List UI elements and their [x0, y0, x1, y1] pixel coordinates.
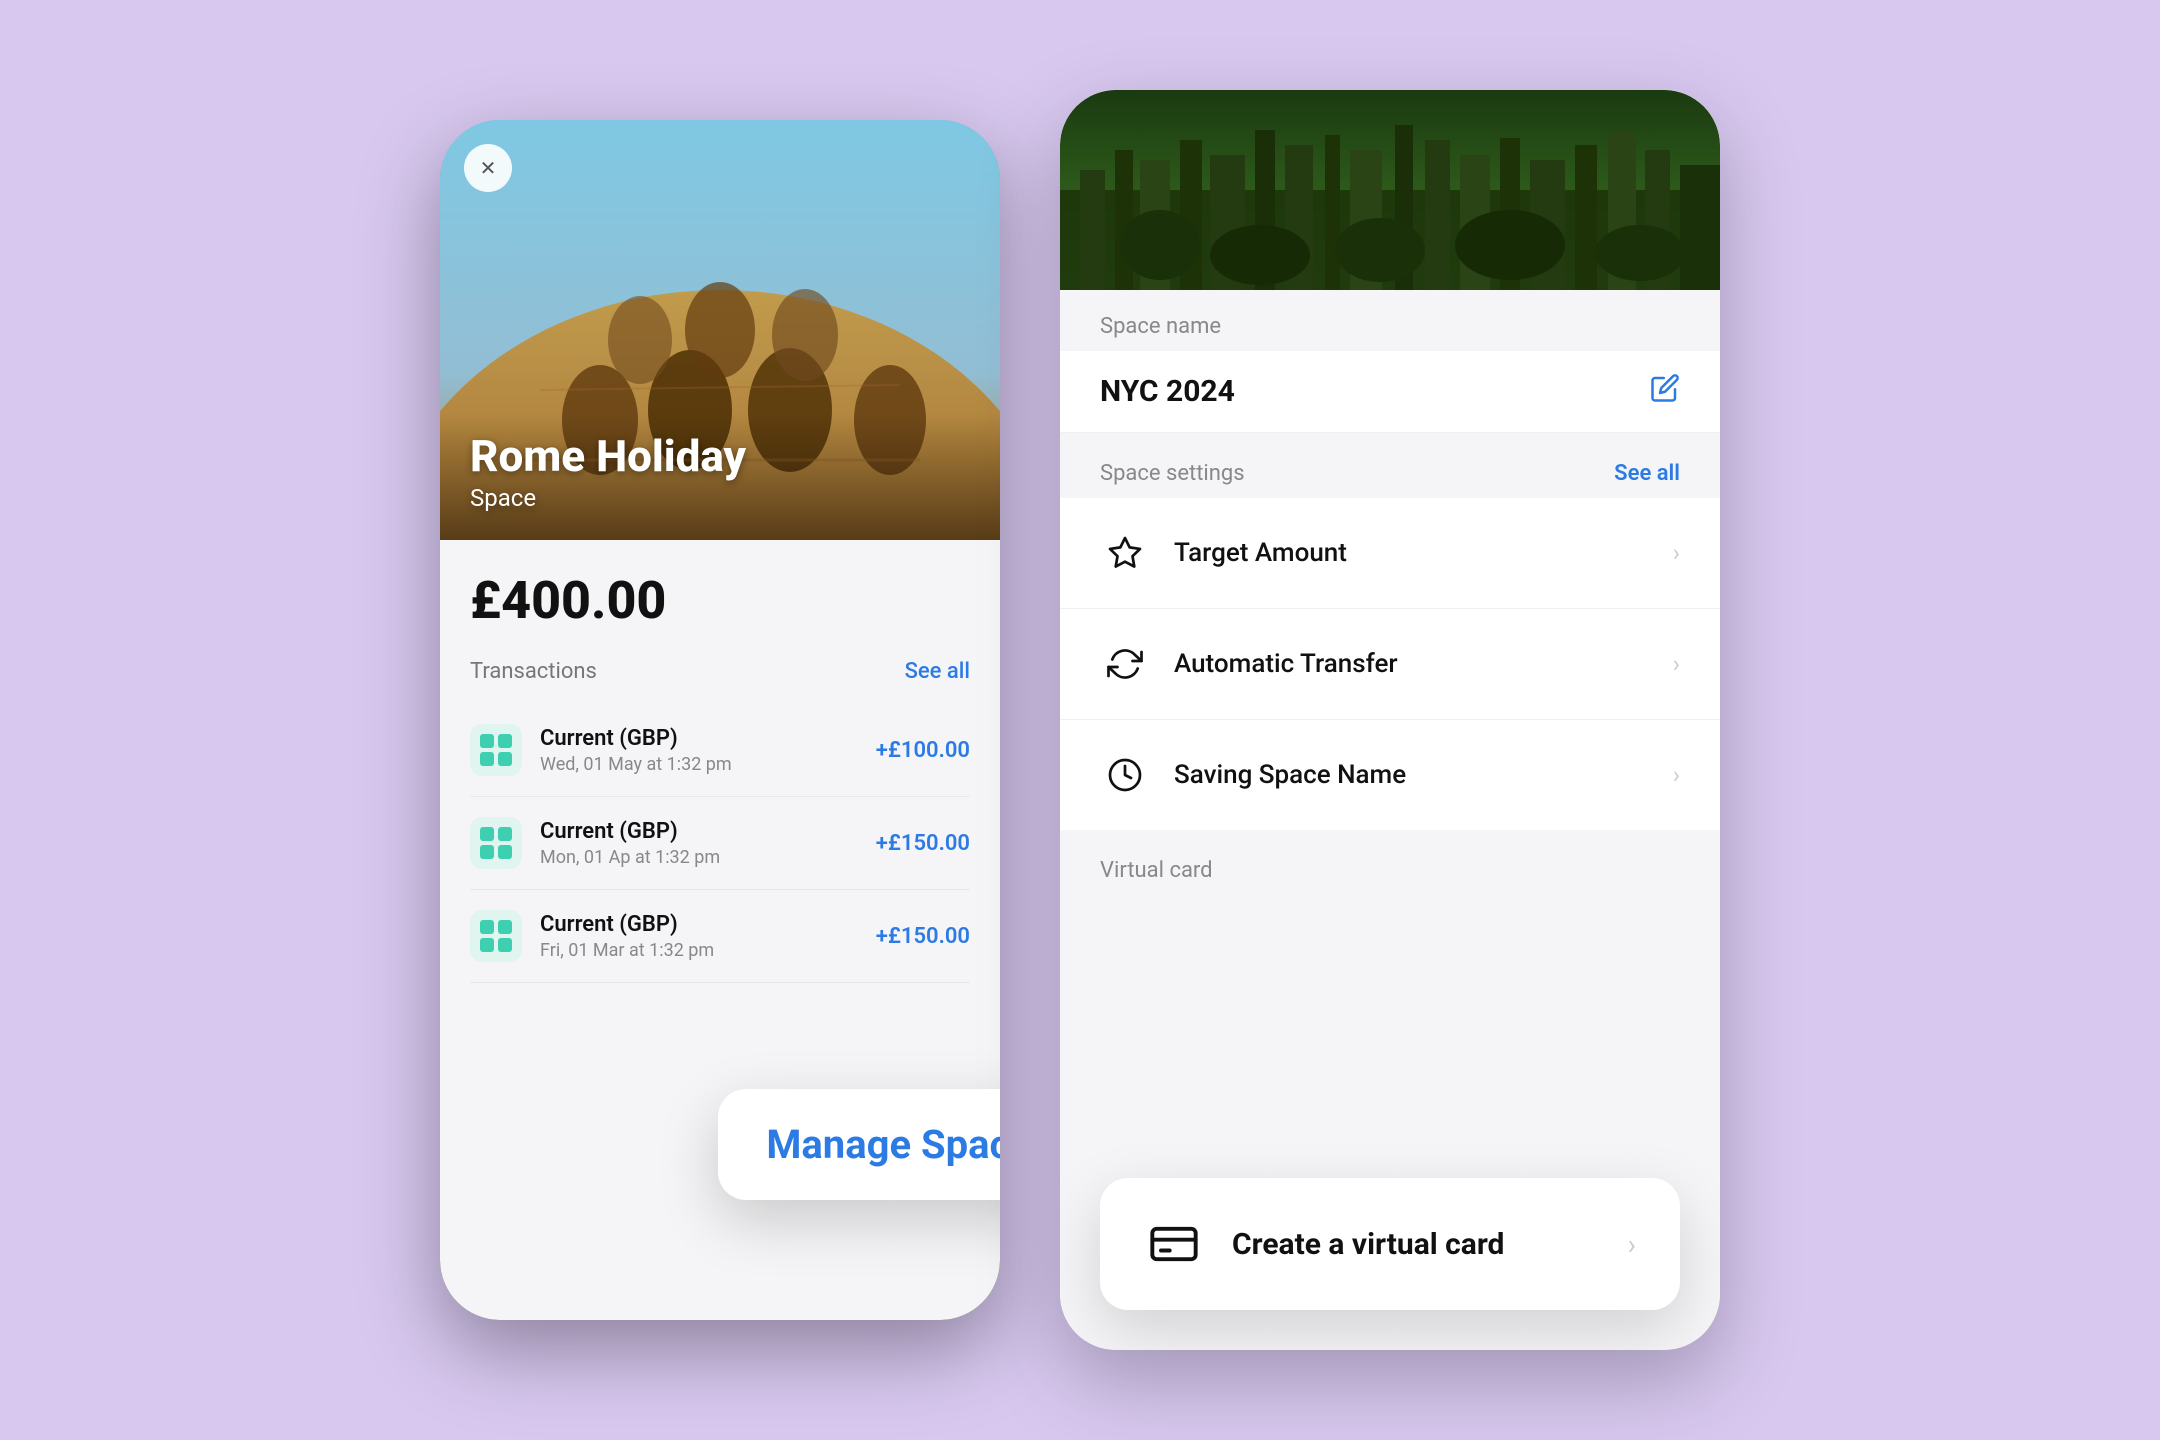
transaction-name: Current (GBP)	[540, 912, 876, 937]
transaction-list: Current (GBP) Wed, 01 May at 1:32 pm +£1…	[470, 704, 970, 983]
transaction-date: Mon, 01 Ap at 1:32 pm	[540, 847, 876, 868]
settings-card: Target Amount › Automatic Transfer ›	[1060, 498, 1720, 830]
space-name-row: NYC 2024	[1060, 351, 1720, 433]
right-inner: Space name NYC 2024 Space settings See a…	[1060, 90, 1720, 1350]
vc-left: Create a virtual card	[1144, 1214, 1504, 1274]
manage-space-popup[interactable]: Manage Space	[718, 1089, 1000, 1200]
hero-title: Rome Holiday	[470, 432, 746, 480]
nyc-photo	[1060, 90, 1720, 290]
transaction-icon	[470, 724, 522, 776]
balance-display: £400.00	[470, 570, 970, 631]
create-virtual-card-popup[interactable]: Create a virtual card ›	[1100, 1178, 1680, 1310]
automatic-transfer-item[interactable]: Automatic Transfer ›	[1060, 609, 1720, 720]
space-name-label: Space name	[1060, 290, 1720, 339]
transaction-icon	[470, 817, 522, 869]
settings-header: Space settings See all	[1060, 433, 1720, 498]
table-row[interactable]: Current (GBP) Wed, 01 May at 1:32 pm +£1…	[470, 704, 970, 797]
saving-space-name-label: Saving Space Name	[1174, 760, 1673, 790]
card-icon	[1144, 1214, 1204, 1274]
virtual-card-section-label: Virtual card	[1060, 830, 1720, 895]
transaction-name: Current (GBP)	[540, 819, 876, 844]
chevron-right-icon: ›	[1673, 650, 1680, 678]
chevron-right-icon: ›	[1673, 761, 1680, 789]
right-phone: Space name NYC 2024 Space settings See a…	[1060, 90, 1720, 1350]
edit-icon[interactable]	[1650, 373, 1680, 410]
refresh-icon	[1100, 639, 1150, 689]
settings-label: Space settings	[1100, 461, 1245, 486]
close-icon: ✕	[480, 156, 497, 180]
space-name-value: NYC 2024	[1100, 374, 1235, 409]
manage-space-label: Manage Space	[766, 1121, 1000, 1168]
close-button[interactable]: ✕	[464, 144, 512, 192]
transaction-info: Current (GBP) Wed, 01 May at 1:32 pm	[540, 726, 876, 775]
target-amount-item[interactable]: Target Amount ›	[1060, 498, 1720, 609]
transactions-header: Transactions See all	[470, 659, 970, 684]
transaction-amount: +£100.00	[876, 738, 970, 763]
chevron-right-icon: ›	[1628, 1228, 1636, 1261]
card-content: £400.00 Transactions See all Current (GB…	[440, 540, 1000, 983]
transactions-label: Transactions	[470, 659, 597, 684]
settings-see-all[interactable]: See all	[1614, 461, 1680, 486]
transaction-icon	[470, 910, 522, 962]
hero-text-block: Rome Holiday Space	[470, 432, 746, 512]
table-row[interactable]: Current (GBP) Mon, 01 Ap at 1:32 pm +£15…	[470, 797, 970, 890]
transaction-info: Current (GBP) Mon, 01 Ap at 1:32 pm	[540, 819, 876, 868]
left-phone: ✕ Rome Holiday Space £400.00 Transaction…	[440, 120, 1000, 1320]
transaction-date: Wed, 01 May at 1:32 pm	[540, 754, 876, 775]
chevron-right-icon: ›	[1673, 539, 1680, 567]
transaction-info: Current (GBP) Fri, 01 Mar at 1:32 pm	[540, 912, 876, 961]
transactions-see-all[interactable]: See all	[905, 659, 970, 684]
nyc-skyline-illustration	[1060, 90, 1720, 290]
automatic-transfer-label: Automatic Transfer	[1174, 649, 1673, 679]
tag-icon	[1100, 750, 1150, 800]
star-icon	[1100, 528, 1150, 578]
target-amount-label: Target Amount	[1174, 538, 1673, 568]
transaction-date: Fri, 01 Mar at 1:32 pm	[540, 940, 876, 961]
saving-space-name-item[interactable]: Saving Space Name ›	[1060, 720, 1720, 830]
transaction-amount: +£150.00	[876, 831, 970, 856]
transaction-name: Current (GBP)	[540, 726, 876, 751]
transaction-amount: +£150.00	[876, 924, 970, 949]
virtual-card-label: Create a virtual card	[1232, 1227, 1504, 1262]
hero-image: ✕ Rome Holiday Space	[440, 120, 1000, 540]
table-row[interactable]: Current (GBP) Fri, 01 Mar at 1:32 pm +£1…	[470, 890, 970, 983]
hero-subtitle: Space	[470, 484, 746, 512]
